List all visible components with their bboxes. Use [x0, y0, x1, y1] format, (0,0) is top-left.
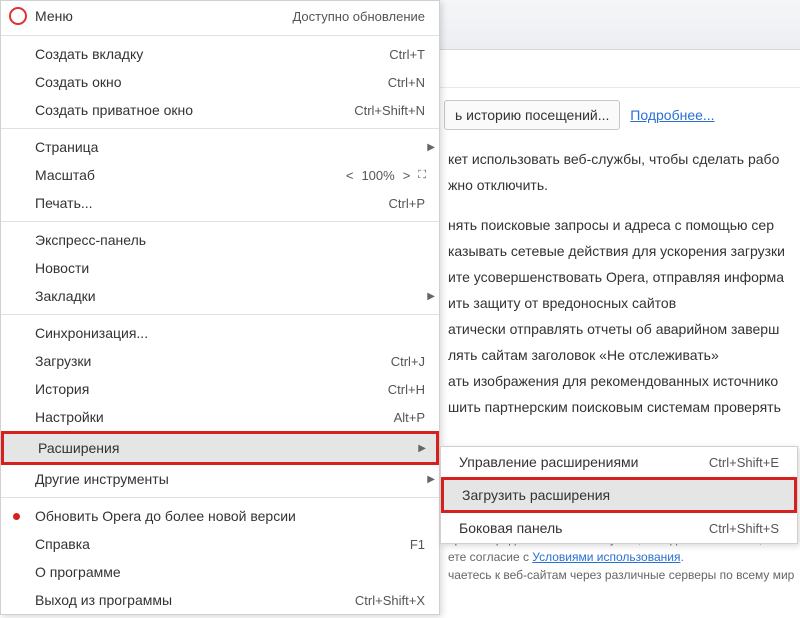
menu-bookmarks[interactable]: Закладки ▶	[1, 282, 439, 310]
menu-item-label: Создать приватное окно	[35, 102, 193, 118]
browser-chrome-top	[440, 0, 800, 50]
menu-item-shortcut: Ctrl+N	[388, 75, 425, 90]
menu-item-label: Закладки	[35, 288, 96, 304]
menu-more-tools[interactable]: Другие инструменты ▶	[1, 465, 439, 493]
menu-item-label: Выход из программы	[35, 592, 172, 608]
bg-text: ать изображения для рекомендованных исто…	[444, 368, 800, 394]
clear-history-button[interactable]: ь историю посещений...	[444, 100, 620, 130]
menu-sync[interactable]: Синхронизация...	[1, 319, 439, 347]
menu-item-shortcut: Alt+P	[394, 410, 425, 425]
menu-new-private-window[interactable]: Создать приватное окно Ctrl+Shift+N	[1, 96, 439, 124]
menu-downloads[interactable]: Загрузки Ctrl+J	[1, 347, 439, 375]
menu-item-label: Настройки	[35, 409, 104, 425]
submenu-sidebar[interactable]: Боковая панель Ctrl+Shift+S	[441, 513, 797, 543]
menu-item-label: Экспресс-панель	[35, 232, 146, 248]
menu-about[interactable]: О программе	[1, 558, 439, 586]
menu-new-tab[interactable]: Создать вкладку Ctrl+T	[1, 40, 439, 68]
update-available-label: Доступно обновление	[292, 9, 425, 24]
menu-new-window[interactable]: Создать окно Ctrl+N	[1, 68, 439, 96]
menu-item-label: Загрузить расширения	[462, 487, 610, 503]
menu-item-shortcut: Ctrl+T	[389, 47, 425, 62]
zoom-value: 100%	[361, 168, 394, 183]
menu-item-label: Масштаб	[35, 167, 95, 183]
menu-page[interactable]: Страница ▶	[1, 133, 439, 161]
fullscreen-icon[interactable]: ⛶	[418, 169, 425, 182]
menu-separator	[1, 497, 439, 498]
bg-text: атически отправлять отчеты об аварийном …	[444, 316, 800, 342]
menu-item-label: Синхронизация...	[35, 325, 148, 341]
menu-separator	[1, 128, 439, 129]
bg-text: кет использовать веб-службы, чтобы сдела…	[444, 146, 800, 172]
bg-text: казывать сетевые действия для ускорения …	[444, 238, 800, 264]
menu-extensions[interactable]: Расширения ▶	[1, 431, 439, 465]
menu-item-shortcut: Ctrl+H	[388, 382, 425, 397]
bg-text: ить защиту от вредоносных сайтов	[444, 290, 800, 316]
menu-item-label: Страница	[35, 139, 98, 155]
menu-item-label: О программе	[35, 564, 121, 580]
browser-toolbar-strip	[440, 50, 800, 88]
menu-item-shortcut: Ctrl+J	[391, 354, 425, 369]
update-indicator-icon	[13, 513, 20, 520]
menu-item-label: Расширения	[38, 440, 119, 456]
menu-header: Меню Доступно обновление	[1, 1, 439, 31]
menu-settings[interactable]: Настройки Alt+P	[1, 403, 439, 431]
chevron-right-icon: ▶	[427, 291, 435, 302]
bg-text: ите усовершенствовать Opera, отправляя и…	[444, 264, 800, 290]
opera-icon	[9, 7, 27, 25]
chevron-right-icon: ▶	[418, 443, 426, 454]
opera-main-menu: Меню Доступно обновление Создать вкладку…	[0, 0, 440, 615]
menu-separator	[1, 314, 439, 315]
menu-item-label: Справка	[35, 536, 90, 552]
menu-item-label: Создать вкладку	[35, 46, 143, 62]
menu-item-shortcut: Ctrl+Shift+E	[709, 455, 779, 470]
menu-news[interactable]: Новости	[1, 254, 439, 282]
submenu-manage-extensions[interactable]: Управление расширениями Ctrl+Shift+E	[441, 447, 797, 477]
chevron-right-icon: ▶	[427, 474, 435, 485]
menu-item-shortcut: Ctrl+Shift+S	[709, 521, 779, 536]
menu-item-shortcut: F1	[410, 537, 425, 552]
submenu-load-extensions[interactable]: Загрузить расширения	[441, 477, 797, 513]
menu-speed-dial[interactable]: Экспресс-панель	[1, 226, 439, 254]
menu-zoom[interactable]: Масштаб < 100% > ⛶	[1, 161, 439, 189]
menu-item-shortcut: Ctrl+Shift+X	[355, 593, 425, 608]
menu-item-label: Боковая панель	[459, 520, 562, 536]
menu-item-label: Другие инструменты	[35, 471, 169, 487]
menu-item-shortcut: Ctrl+P	[389, 196, 425, 211]
menu-item-label: История	[35, 381, 89, 397]
menu-item-label: Создать окно	[35, 74, 122, 90]
menu-separator	[1, 221, 439, 222]
menu-print[interactable]: Печать... Ctrl+P	[1, 189, 439, 217]
menu-item-label: Управление расширениями	[459, 454, 639, 470]
menu-update-opera[interactable]: Обновить Opera до более новой версии	[1, 502, 439, 530]
menu-history[interactable]: История Ctrl+H	[1, 375, 439, 403]
bg-text: жно отключить.	[444, 172, 800, 198]
menu-item-label: Загрузки	[35, 353, 91, 369]
menu-exit[interactable]: Выход из программы Ctrl+Shift+X	[1, 586, 439, 614]
menu-help[interactable]: Справка F1	[1, 530, 439, 558]
bg-text: нять поисковые запросы и адреса с помощь…	[444, 212, 800, 238]
terms-link[interactable]: Условиями использования	[532, 550, 680, 564]
menu-separator	[1, 35, 439, 36]
learn-more-link[interactable]: Подробнее...	[630, 107, 714, 123]
zoom-out-button[interactable]: <	[344, 168, 356, 183]
menu-item-label: Обновить Opera до более новой версии	[35, 508, 296, 524]
menu-item-label: Новости	[35, 260, 89, 276]
bg-footnote: чаетесь к веб-сайтам через различные сер…	[444, 566, 800, 584]
chevron-right-icon: ▶	[427, 142, 435, 153]
bg-text: лять сайтам заголовок «Не отслеживать»	[444, 342, 800, 368]
zoom-in-button[interactable]: >	[401, 168, 413, 183]
menu-item-shortcut: Ctrl+Shift+N	[354, 103, 425, 118]
menu-title: Меню	[35, 8, 73, 24]
bg-text: шить партнерским поисковым системам пров…	[444, 394, 800, 420]
extensions-submenu: Управление расширениями Ctrl+Shift+E Заг…	[440, 446, 798, 544]
bg-footnote: ете согласие с Условиями использования.	[444, 548, 800, 566]
menu-item-label: Печать...	[35, 195, 93, 211]
